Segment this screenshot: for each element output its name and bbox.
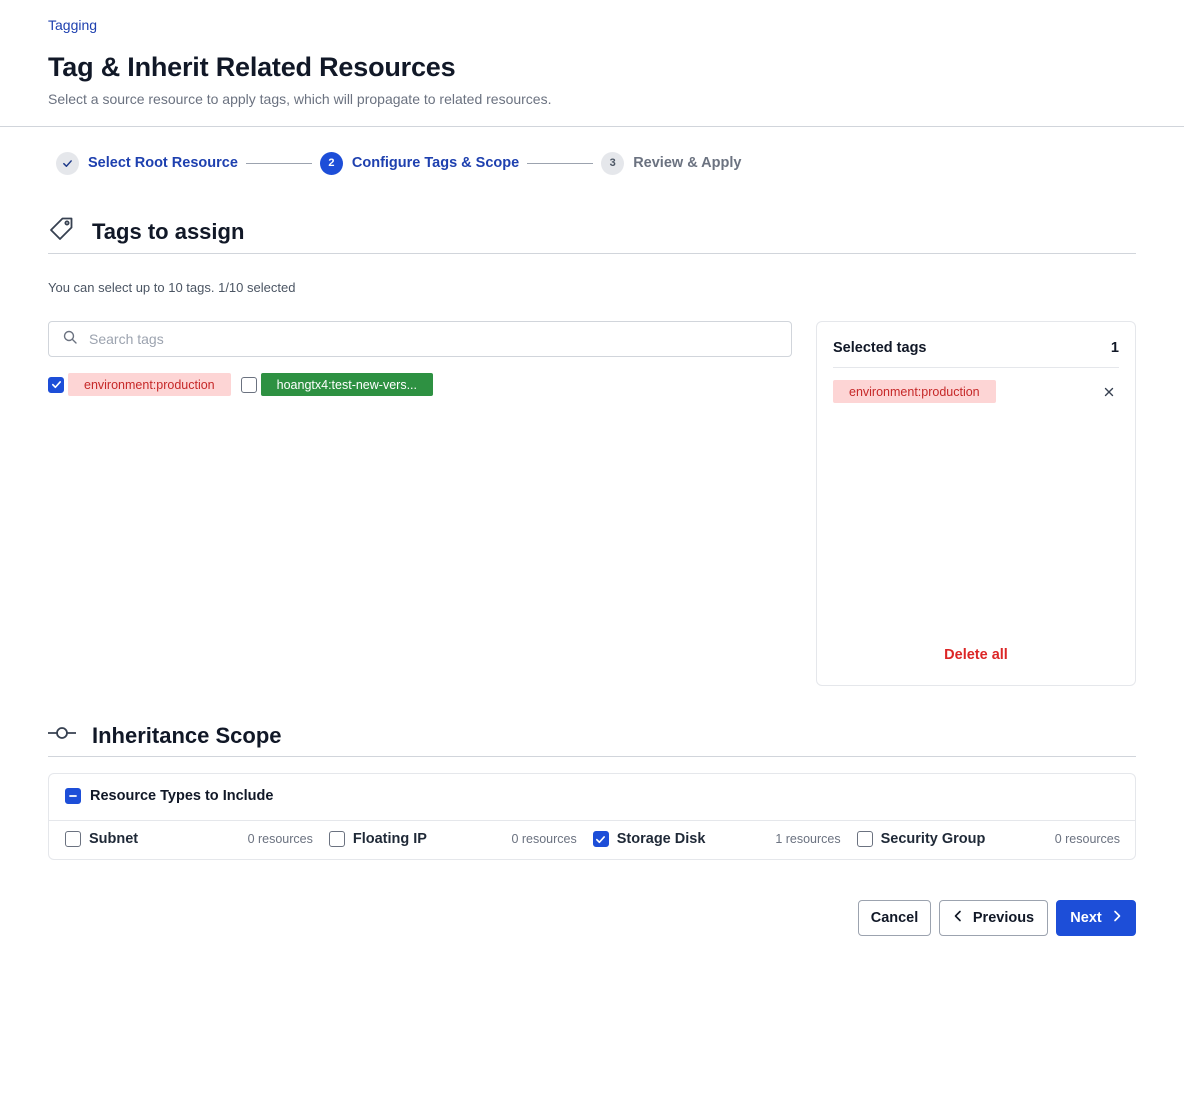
resource-type-count: 0 resources <box>1054 832 1121 846</box>
commit-icon <box>47 719 77 752</box>
next-button[interactable]: Next <box>1056 900 1136 936</box>
step-review-apply[interactable]: 3 Review & Apply <box>601 151 742 175</box>
search-input[interactable] <box>89 331 689 347</box>
step-connector <box>527 162 594 164</box>
resource-type-toggle[interactable]: Floating IP <box>328 831 427 847</box>
page-title: Tag & Inherit Related Resources <box>48 52 456 82</box>
resource-types-list: Subnet 0 resources Floating IP 0 resourc… <box>65 831 1120 847</box>
step-label: Select Root Resource <box>88 155 238 171</box>
close-icon[interactable] <box>1101 384 1117 400</box>
step-configure-tags-scope[interactable]: 2 Configure Tags & Scope <box>319 151 520 175</box>
tag-icon <box>48 215 76 248</box>
resource-type-name: Security Group <box>880 831 986 847</box>
breadcrumb[interactable]: Tagging <box>48 17 97 33</box>
selected-tags-title: Selected tags <box>833 340 927 356</box>
chevron-right-icon <box>1112 910 1122 926</box>
resource-type-checkbox[interactable] <box>65 831 81 847</box>
step-select-root-resource[interactable]: Select Root Resource <box>56 151 238 175</box>
select-all-checkbox[interactable] <box>65 788 81 804</box>
resource-type-security-group: Security Group 0 resources <box>856 831 1121 847</box>
resource-type-toggle[interactable]: Storage Disk <box>592 831 706 847</box>
resource-type-storage-disk: Storage Disk 1 resources <box>592 831 857 847</box>
selected-tag-chip: environment:production <box>833 380 996 403</box>
resource-types-box: Resource Types to Include Subnet 0 resou… <box>48 773 1136 860</box>
tag-option[interactable]: environment:production <box>48 373 231 396</box>
chevron-left-icon <box>953 910 963 926</box>
tag-checkbox[interactable] <box>48 376 64 393</box>
resource-type-name: Floating IP <box>352 831 427 847</box>
selected-tags-header: Selected tags 1 <box>833 340 1119 356</box>
check-icon <box>56 151 79 175</box>
resource-type-toggle[interactable]: Security Group <box>856 831 986 847</box>
cancel-button[interactable]: Cancel <box>858 900 931 936</box>
tag-chip: hoangtx4:test-new-vers... <box>260 373 433 396</box>
resource-type-name: Subnet <box>89 831 139 847</box>
divider <box>49 820 1135 821</box>
scope-section-title: Inheritance Scope <box>92 722 282 748</box>
tag-options-list: environment:production hoangtx4:test-new… <box>48 373 443 396</box>
step-label: Review & Apply <box>633 155 742 171</box>
resource-type-count: 0 resources <box>511 832 577 846</box>
tag-checkbox[interactable] <box>240 376 257 393</box>
delete-all-button[interactable]: Delete all <box>817 647 1135 663</box>
tags-section-title: Tags to assign <box>92 218 245 244</box>
tag-chip: environment:production <box>68 373 231 396</box>
divider <box>833 367 1119 368</box>
page-subtitle: Select a source resource to apply tags, … <box>48 91 552 107</box>
tags-helper-text: You can select up to 10 tags. 1/10 selec… <box>48 280 296 295</box>
step-label: Configure Tags & Scope <box>351 155 520 171</box>
previous-button[interactable]: Previous <box>939 900 1048 936</box>
resource-type-name: Storage Disk <box>616 831 706 847</box>
resource-type-count: 0 resources <box>247 832 313 846</box>
cancel-label: Cancel <box>870 910 919 926</box>
resource-type-checkbox[interactable] <box>856 831 873 847</box>
next-label: Next <box>1070 910 1102 926</box>
header-divider <box>0 126 1184 127</box>
scope-section-header: Inheritance Scope <box>47 719 282 752</box>
resource-type-floating-ip: Floating IP 0 resources <box>328 831 593 847</box>
resource-type-checkbox[interactable] <box>328 831 345 847</box>
resource-types-header[interactable]: Resource Types to Include <box>65 788 273 804</box>
step-number: 3 <box>601 151 625 175</box>
stepper: Select Root Resource 2 Configure Tags & … <box>56 150 741 176</box>
tags-section-header: Tags to assign <box>48 215 244 248</box>
search-tags-box <box>48 321 792 357</box>
section-divider <box>48 756 1136 757</box>
resource-types-label: Resource Types to Include <box>90 788 274 804</box>
selected-tags-panel: Selected tags 1 environment:production D… <box>816 321 1136 686</box>
resource-type-count: 1 resources <box>775 832 841 846</box>
selected-tags-count: 1 <box>1110 340 1119 356</box>
search-icon <box>63 330 77 349</box>
resource-type-subnet: Subnet 0 resources <box>65 831 329 847</box>
previous-label: Previous <box>972 910 1035 926</box>
step-number: 2 <box>319 151 343 175</box>
tag-option[interactable]: hoangtx4:test-new-vers... <box>240 373 433 396</box>
step-connector <box>245 162 312 164</box>
resource-type-toggle[interactable]: Subnet <box>65 831 138 847</box>
resource-type-checkbox[interactable] <box>592 831 609 847</box>
section-divider <box>48 253 1136 254</box>
